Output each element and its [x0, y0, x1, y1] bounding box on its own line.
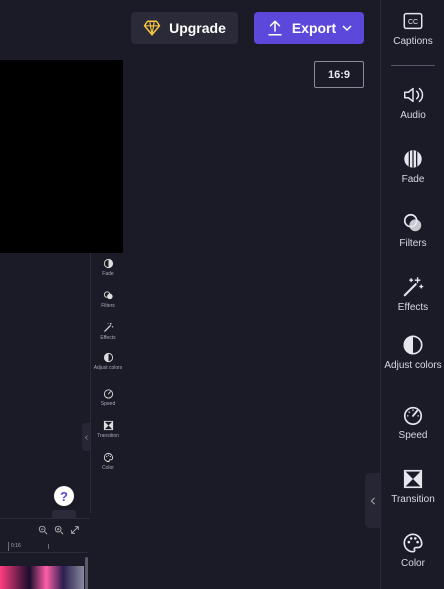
- mini-speed-label: Speed: [100, 401, 116, 407]
- help-tab: [52, 510, 76, 518]
- chevron-down-icon: [342, 25, 352, 32]
- sidebar-item-label: Transition: [391, 494, 435, 505]
- sidebar-item-speed[interactable]: Speed: [381, 404, 444, 441]
- svg-text:CC: CC: [408, 19, 418, 26]
- mini-panel-collapse-handle[interactable]: [82, 423, 90, 451]
- zoom-controls: [38, 525, 80, 535]
- upgrade-label: Upgrade: [169, 20, 226, 36]
- zoom-out-icon[interactable]: [38, 525, 48, 535]
- sidebar-item-filters[interactable]: Filters: [381, 212, 444, 249]
- mini-adjust-colors-label: Adjust colors: [93, 365, 123, 371]
- sidebar-item-label: Color: [401, 558, 425, 569]
- mini-speed-button[interactable]: Speed: [91, 388, 125, 407]
- sidebar-item-label: Adjust colors: [384, 360, 442, 371]
- color-icon: [403, 533, 423, 553]
- mini-adjust-colors-button[interactable]: Adjust colors: [91, 352, 125, 371]
- filters-icon: [103, 291, 113, 300]
- ruler-time-label: 0:16: [11, 543, 21, 549]
- timeline-scrollbar[interactable]: [85, 557, 88, 589]
- transition-icon: [403, 469, 423, 489]
- editor-canvas-area: Upgrade Export 16:9 Fade Filters Effects…: [0, 0, 380, 589]
- aspect-ratio-label: 16:9: [327, 68, 351, 81]
- export-button[interactable]: Export: [254, 12, 364, 44]
- sidebar-item-label: Speed: [398, 430, 428, 441]
- mini-filters-label: Filters: [101, 303, 115, 309]
- mini-transition-button[interactable]: Transition: [91, 420, 125, 439]
- sidebar-item-effects[interactable]: Effects: [381, 276, 444, 313]
- mini-fade-label: Fade: [102, 271, 114, 277]
- export-label: Export: [291, 20, 337, 36]
- fade-icon: [103, 258, 113, 269]
- upgrade-button[interactable]: Upgrade: [131, 12, 238, 44]
- sidebar-item-captions[interactable]: CC Captions: [381, 10, 444, 47]
- chevron-left-icon: [84, 434, 88, 440]
- diamond-icon: [143, 20, 161, 36]
- mini-color-label: Color: [102, 465, 114, 471]
- mini-effects-button[interactable]: Effects: [91, 322, 125, 341]
- sidebar-item-adjust-colors[interactable]: Adjust colors: [381, 334, 444, 371]
- transition-icon: [103, 420, 113, 431]
- timeline-clip[interactable]: [0, 566, 84, 589]
- upload-icon: [268, 20, 282, 36]
- aspect-ratio-button[interactable]: 16:9: [314, 61, 364, 88]
- mini-toolbar: Fade Filters Effects Adjust colors Speed…: [90, 253, 124, 513]
- speed-icon: [403, 406, 423, 425]
- color-icon: [103, 452, 113, 463]
- audio-icon: [404, 87, 424, 103]
- speed-icon: [103, 389, 113, 399]
- timeline-panel: 0:16: [0, 518, 90, 589]
- mini-transition-label: Transition: [97, 433, 119, 439]
- adjust-colors-icon: [103, 352, 113, 363]
- effects-icon: [103, 322, 113, 332]
- sidebar-divider: [391, 65, 435, 66]
- mini-filters-button[interactable]: Filters: [91, 290, 125, 309]
- help-label: ?: [60, 488, 68, 504]
- video-preview[interactable]: [0, 60, 123, 253]
- help-button[interactable]: ?: [54, 486, 74, 506]
- sidebar-collapse-handle[interactable]: [365, 473, 380, 528]
- ruler-tick: [48, 544, 49, 549]
- adjust-colors-icon: [403, 335, 423, 355]
- effects-icon: [403, 277, 424, 297]
- mini-effects-label: Effects: [100, 335, 116, 341]
- sidebar-item-label: Effects: [397, 302, 429, 313]
- mini-fade-button[interactable]: Fade: [91, 258, 125, 277]
- fit-to-screen-icon[interactable]: [70, 525, 80, 535]
- zoom-in-icon[interactable]: [54, 525, 64, 535]
- ruler-tick: [8, 542, 9, 551]
- sidebar-item-color[interactable]: Color: [381, 532, 444, 569]
- filters-icon: [403, 213, 422, 232]
- timeline-ruler[interactable]: 0:16: [0, 541, 88, 553]
- fade-icon: [404, 150, 422, 168]
- chevron-left-icon: [370, 496, 375, 505]
- sidebar-item-label: Captions: [393, 36, 433, 47]
- sidebar-item-fade[interactable]: Fade: [381, 148, 444, 185]
- right-sidebar: CC Captions Audio Fade Filters Effects A…: [380, 0, 444, 589]
- sidebar-item-audio[interactable]: Audio: [381, 84, 444, 121]
- mini-color-button[interactable]: Color: [91, 452, 125, 471]
- sidebar-item-label: Filters: [399, 238, 427, 249]
- sidebar-item-label: Audio: [400, 110, 426, 121]
- captions-icon: CC: [403, 12, 423, 30]
- sidebar-item-transition[interactable]: Transition: [381, 468, 444, 505]
- sidebar-item-label: Fade: [401, 174, 425, 185]
